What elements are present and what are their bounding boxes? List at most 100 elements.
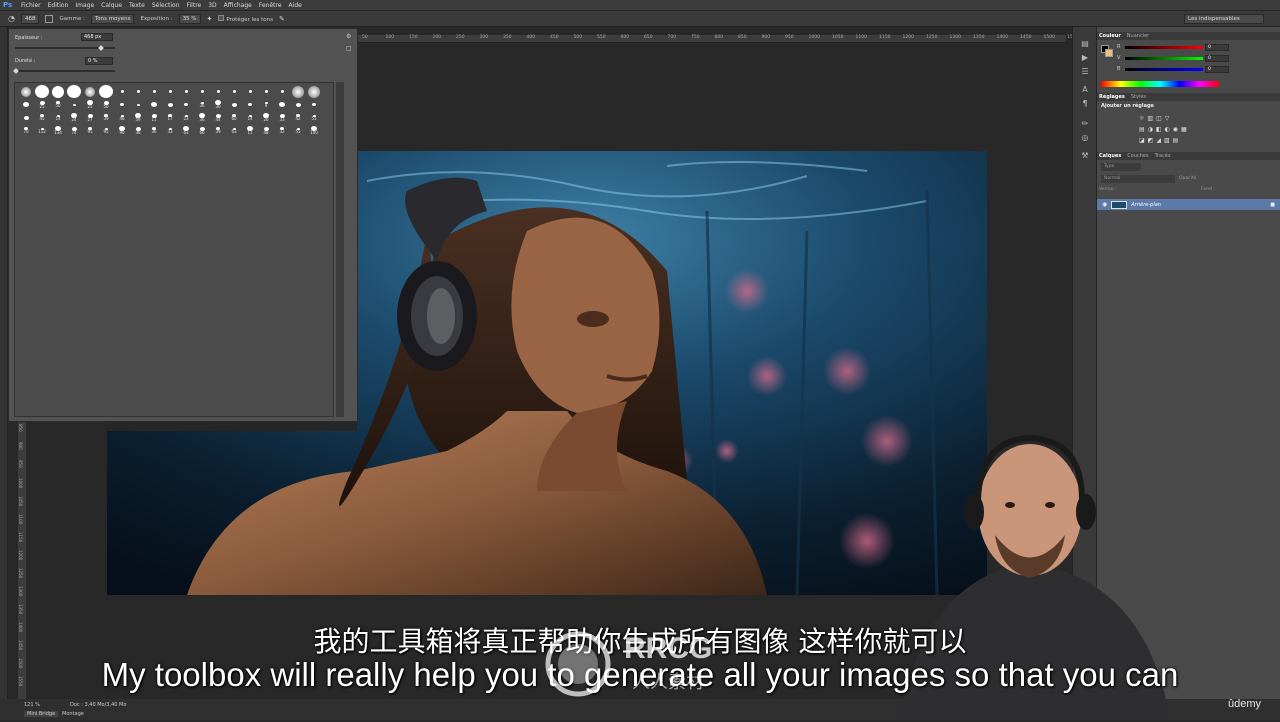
brush-preset[interactable]	[50, 85, 66, 98]
brush-preset[interactable]: 36	[146, 124, 162, 137]
tool-presets-icon[interactable]: ⚒	[1079, 151, 1091, 160]
brush-preset[interactable]: 11	[242, 124, 258, 137]
brush-preset[interactable]: 45	[34, 111, 50, 124]
brush-preset[interactable]: 24	[66, 111, 82, 124]
brush-preset[interactable]: 66	[194, 124, 210, 137]
brush-size-picker[interactable]: 468	[20, 13, 40, 24]
brush-preset[interactable]: 95	[98, 124, 114, 137]
brush-icon[interactable]: ✏	[1079, 119, 1091, 128]
brush-preset[interactable]	[146, 85, 162, 98]
brush-preset[interactable]: 112	[34, 124, 50, 137]
blue-value-input[interactable]: 0	[1205, 66, 1229, 73]
brush-preset[interactable]	[66, 85, 82, 98]
brush-preset[interactable]	[82, 85, 98, 98]
brush-preset[interactable]	[114, 98, 130, 111]
tab-couches[interactable]: Couches	[1127, 152, 1148, 160]
brush-preset[interactable]: 14	[50, 111, 66, 124]
brush-preset[interactable]: 60	[226, 111, 242, 124]
brush-preset[interactable]	[306, 85, 322, 98]
brush-preset[interactable]: 74	[66, 124, 82, 137]
brush-preset[interactable]	[98, 85, 114, 98]
menu-calque[interactable]: Calque	[101, 2, 122, 9]
brush-preset[interactable]	[290, 85, 306, 98]
brush-preset[interactable]	[210, 85, 226, 98]
brush-preset[interactable]	[178, 85, 194, 98]
protect-tones-checkbox[interactable]: Protéger les tons	[218, 14, 273, 23]
eye-visibility-icon[interactable]: ◉	[1102, 201, 1107, 208]
workspace-select[interactable]: Les indispensables	[1184, 14, 1264, 24]
pressure-icon[interactable]: ✎	[279, 15, 285, 23]
zoom-level[interactable]: 121 %	[24, 702, 40, 708]
brush-preset[interactable]	[146, 98, 162, 111]
brush-preset[interactable]: 17	[162, 111, 178, 124]
menu-aide[interactable]: Aide	[289, 2, 302, 9]
brush-preset[interactable]: 100	[306, 124, 322, 137]
brush-preset[interactable]	[34, 85, 50, 98]
hardness-slider[interactable]	[15, 70, 115, 72]
brush-preset[interactable]	[18, 85, 34, 98]
brush-preset[interactable]: 33	[162, 124, 178, 137]
exposure-input[interactable]: 35 %	[178, 13, 201, 24]
menu-edition[interactable]: Edition	[48, 2, 69, 9]
tab-calques[interactable]: Calques	[1099, 152, 1121, 160]
color-spectrum-bar[interactable]	[1101, 81, 1219, 87]
brush-preset[interactable]: 36	[130, 124, 146, 137]
brush-preset[interactable]	[258, 85, 274, 98]
tab-nuancier[interactable]: Nuancier	[1127, 32, 1149, 40]
clone-source-icon[interactable]: ◎	[1079, 133, 1091, 142]
brush-preset[interactable]: 55	[290, 124, 306, 137]
brush-preset[interactable]	[290, 98, 306, 111]
brush-preset[interactable]: 36	[194, 111, 210, 124]
brush-preset[interactable]	[162, 85, 178, 98]
brush-panel-icon[interactable]	[45, 14, 54, 23]
menu-texte[interactable]: Texte	[129, 2, 145, 9]
green-value-input[interactable]: 0	[1205, 55, 1229, 62]
brush-preset[interactable]: 25	[34, 98, 50, 111]
brush-preset[interactable]: 48	[258, 124, 274, 137]
menu-image[interactable]: Image	[75, 2, 94, 9]
menu-selection[interactable]: Sélection	[152, 2, 180, 9]
brush-preset[interactable]	[274, 85, 290, 98]
brush-preset[interactable]: 32	[274, 124, 290, 137]
brush-preset[interactable]: 9	[258, 98, 274, 111]
brush-grid-scrollbar[interactable]	[336, 82, 344, 417]
brush-preset[interactable]: 26	[258, 111, 274, 124]
brush-preset[interactable]	[162, 98, 178, 111]
new-preset-icon[interactable]: □	[346, 45, 352, 52]
brush-preset[interactable]: 33	[274, 111, 290, 124]
brush-preset[interactable]: 134	[50, 124, 66, 137]
menu-filtre[interactable]: Filtre	[187, 2, 202, 9]
red-value-input[interactable]: 0	[1205, 44, 1229, 51]
layer-name[interactable]: Arrière-plan	[1131, 202, 1161, 208]
tab-reglages[interactable]: Réglages	[1099, 93, 1125, 101]
menu-fichier[interactable]: Fichier	[21, 2, 41, 9]
brush-preset[interactable]: 25	[82, 98, 98, 111]
blue-slider[interactable]	[1125, 68, 1203, 71]
brush-preset[interactable]: 36	[194, 98, 210, 111]
brush-preset[interactable]	[66, 98, 82, 111]
menu-affichage[interactable]: Affichage	[224, 2, 252, 9]
brush-preset[interactable]: 27	[82, 111, 98, 124]
tab-couleur[interactable]: Couleur	[1099, 32, 1121, 40]
history-icon[interactable]: ▤	[1079, 39, 1091, 48]
menu-3d[interactable]: 3D	[208, 2, 216, 9]
paragraph-icon[interactable]: ¶	[1079, 99, 1091, 108]
brush-preset[interactable]: 30	[210, 98, 226, 111]
tab-traces[interactable]: Tracés	[1155, 152, 1171, 160]
brush-preset[interactable]	[130, 98, 146, 111]
blend-mode-select[interactable]: Normal	[1101, 175, 1175, 183]
brush-preset[interactable]: 11	[146, 111, 162, 124]
tab-mini-bridge[interactable]: Mini Bridge	[24, 711, 59, 717]
green-slider[interactable]	[1125, 57, 1203, 60]
brush-preset[interactable]	[242, 98, 258, 111]
brush-preset[interactable]	[18, 111, 34, 124]
brush-preset[interactable]: 23	[178, 111, 194, 124]
actions-icon[interactable]: ▶	[1079, 53, 1091, 62]
hardness-input[interactable]: 0 %	[85, 57, 113, 65]
brush-preset[interactable]	[226, 85, 242, 98]
brush-preset[interactable]	[18, 98, 34, 111]
dodge-tool-icon[interactable]: ◔	[8, 14, 15, 23]
tab-styles[interactable]: Styles	[1131, 93, 1146, 101]
brush-preset[interactable]: 39	[98, 111, 114, 124]
range-select[interactable]: Tons moyens	[90, 13, 135, 24]
